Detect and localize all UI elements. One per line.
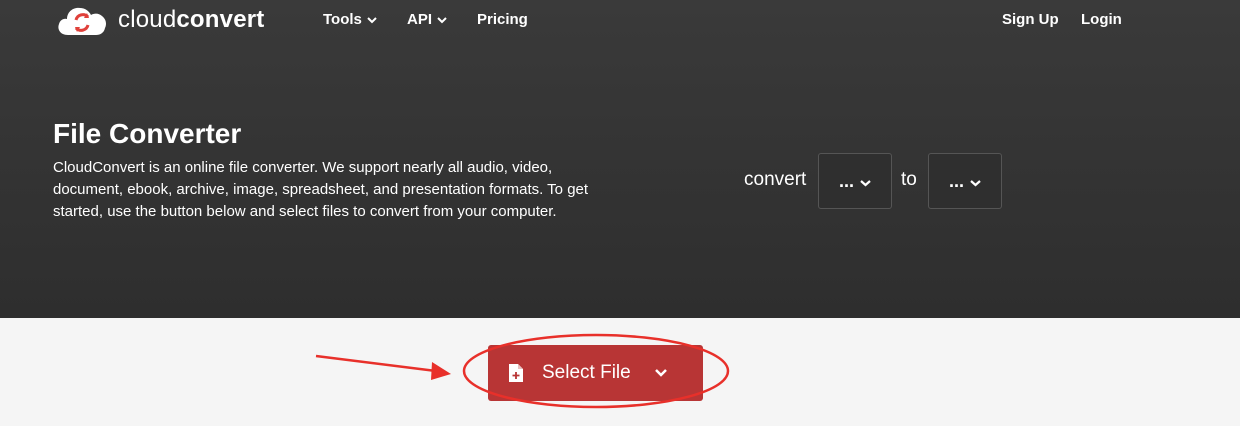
select-file-label: Select File xyxy=(542,362,631,383)
chevron-down-icon xyxy=(970,171,981,192)
cloud-logo-icon xyxy=(58,7,106,35)
brand-name: cloudconvert xyxy=(118,6,264,34)
brand-name-bold: convert xyxy=(176,6,265,33)
from-format-select[interactable]: ... xyxy=(818,153,892,209)
select-file-button[interactable]: Select File xyxy=(488,345,703,401)
brand-name-light: cloud xyxy=(118,6,177,33)
chevron-down-icon xyxy=(367,10,377,30)
chevron-down-icon xyxy=(437,10,447,30)
hero-section: cloudconvert Tools API Pricing Sign Up L… xyxy=(0,0,1240,318)
nav-tools-label: Tools xyxy=(323,11,362,28)
convert-label: convert xyxy=(744,169,807,190)
annotation-arrow-head xyxy=(431,362,451,380)
chevron-down-icon[interactable] xyxy=(654,365,668,383)
to-format-value: ... xyxy=(948,170,964,191)
file-plus-icon xyxy=(508,363,524,388)
nav-login[interactable]: Login xyxy=(1081,10,1122,30)
nav-api[interactable]: API xyxy=(407,10,447,30)
nav-api-label: API xyxy=(407,11,433,28)
chevron-down-icon xyxy=(860,171,871,192)
page-title: File Converter xyxy=(53,118,242,149)
to-format-select[interactable]: ... xyxy=(928,153,1002,209)
top-navbar: cloudconvert Tools API Pricing Sign Up L… xyxy=(0,0,1240,40)
nav-tools[interactable]: Tools xyxy=(323,10,377,30)
annotation-arrow-line xyxy=(315,354,437,373)
cloudconvert-logo[interactable]: cloudconvert xyxy=(56,3,264,37)
nav-login-label: Login xyxy=(1081,11,1122,28)
nav-pricing-label: Pricing xyxy=(477,11,528,28)
hero-description: CloudConvert is an online file converter… xyxy=(53,159,589,220)
nav-sign-up-label: Sign Up xyxy=(1002,11,1059,28)
to-label: to xyxy=(901,169,917,190)
from-format-value: ... xyxy=(838,170,854,191)
nav-sign-up[interactable]: Sign Up xyxy=(1002,10,1059,30)
nav-pricing[interactable]: Pricing xyxy=(477,10,528,30)
